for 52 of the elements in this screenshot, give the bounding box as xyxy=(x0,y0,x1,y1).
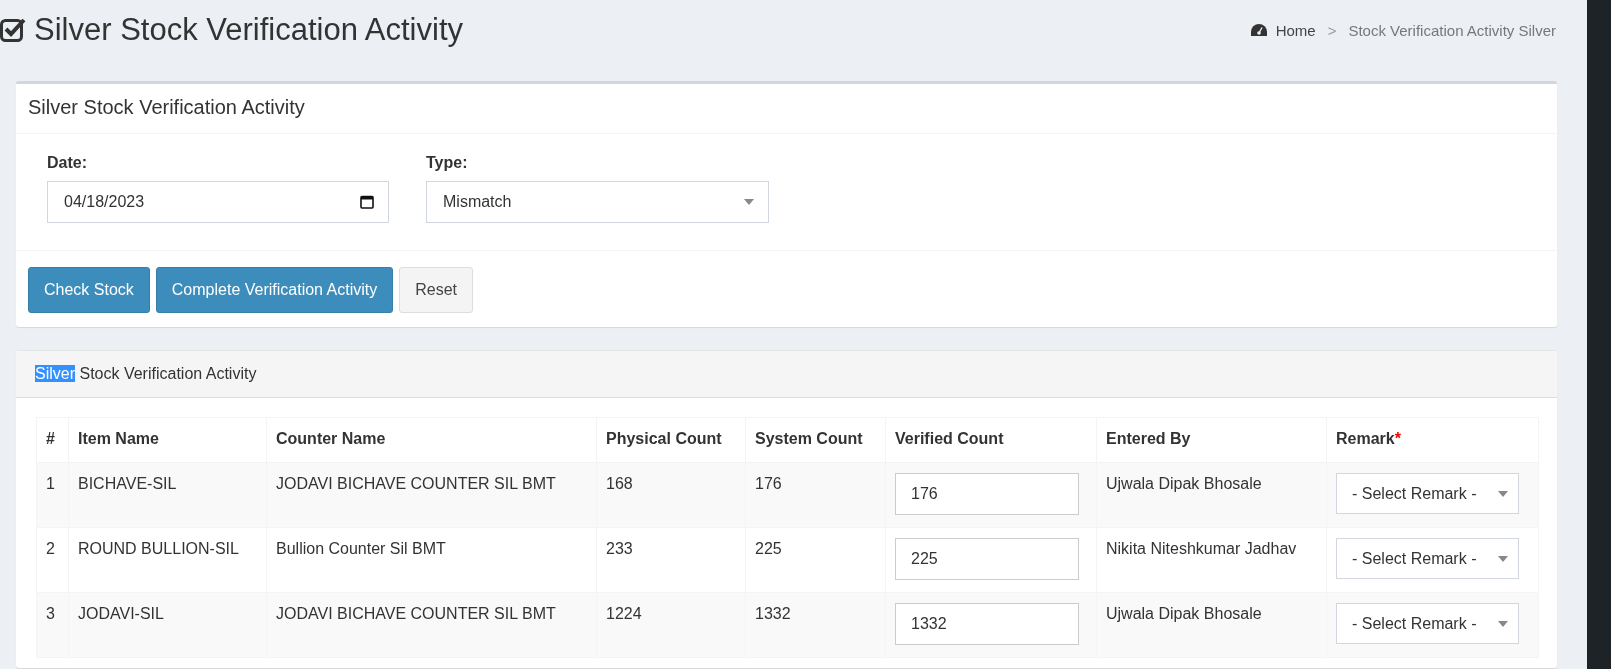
table-cell: 2 xyxy=(36,527,69,593)
verified-count-input[interactable]: 225 xyxy=(895,538,1079,580)
date-field[interactable]: 04/18/2023 xyxy=(47,181,389,223)
panel-title: Silver Stock Verification Activity xyxy=(16,84,1557,134)
table-cell: ROUND BULLION-SIL xyxy=(68,527,267,593)
table-cell: 3 xyxy=(36,592,69,658)
table-cell: 168 xyxy=(596,462,746,528)
action-button[interactable]: Check Stock xyxy=(28,267,150,313)
caret-icon xyxy=(744,199,754,205)
table-cell: 225 xyxy=(745,527,886,593)
verified-count-input[interactable]: 176 xyxy=(895,473,1079,515)
table-cell: JODAVI-SIL xyxy=(68,592,267,658)
action-button[interactable]: Reset xyxy=(399,267,474,313)
column-header: Counter Name xyxy=(266,417,597,463)
caret-icon xyxy=(1498,555,1508,562)
field-label: Type: xyxy=(426,154,469,172)
table-cell: 176 xyxy=(745,462,886,528)
caret-icon xyxy=(1498,620,1508,627)
table-cell: BICHAVE-SIL xyxy=(68,462,267,528)
column-header: Remark* xyxy=(1326,417,1539,463)
table-cell: JODAVI BICHAVE COUNTER SIL BMT xyxy=(266,462,597,528)
table-cell: 233 xyxy=(596,527,746,593)
column-header: Entered By xyxy=(1096,417,1327,463)
panel-title: Silver Stock Verification Activity xyxy=(35,365,257,382)
field-label: Date: xyxy=(47,154,88,172)
column-header: Verified Count xyxy=(885,417,1097,463)
table-cell: Bullion Counter Sil BMT xyxy=(266,527,597,593)
table-cell: JODAVI BICHAVE COUNTER SIL BMT xyxy=(266,592,597,658)
table-cell: Nikita Niteshkumar Jadhav xyxy=(1096,527,1327,593)
column-header: # xyxy=(36,417,69,463)
column-header: Item Name xyxy=(68,417,267,463)
remark-dropdown[interactable]: - Select Remark - xyxy=(1336,603,1519,644)
caret-icon xyxy=(1498,490,1508,497)
table-cell: 1 xyxy=(36,462,69,528)
table-cell: Ujwala Dipak Bhosale xyxy=(1096,592,1327,658)
type-dropdown[interactable]: Mismatch xyxy=(426,181,769,223)
action-button[interactable]: Complete Verification Activity xyxy=(155,267,394,313)
remark-dropdown[interactable]: - Select Remark - xyxy=(1336,538,1519,579)
dashboard-gauge-icon xyxy=(1250,23,1267,37)
table-cell: Ujwala Dipak Bhosale xyxy=(1096,462,1327,528)
breadcrumb-home-link[interactable]: Home xyxy=(1250,21,1316,39)
column-header: System Count xyxy=(745,417,886,463)
verified-count-input[interactable]: 1332 xyxy=(895,603,1079,645)
checkbox-checked-icon xyxy=(0,17,26,43)
table-cell: 1224 xyxy=(596,592,746,658)
remark-dropdown[interactable]: - Select Remark - xyxy=(1336,473,1519,514)
breadcrumb-current: Stock Verification Activity Silver xyxy=(1348,21,1556,39)
column-header: Physical Count xyxy=(596,417,746,463)
calendar-icon xyxy=(360,195,374,209)
page-title: Silver Stock Verification Activity xyxy=(34,12,463,48)
table-cell: 1332 xyxy=(745,592,886,658)
breadcrumb-separator: > xyxy=(1327,21,1337,39)
